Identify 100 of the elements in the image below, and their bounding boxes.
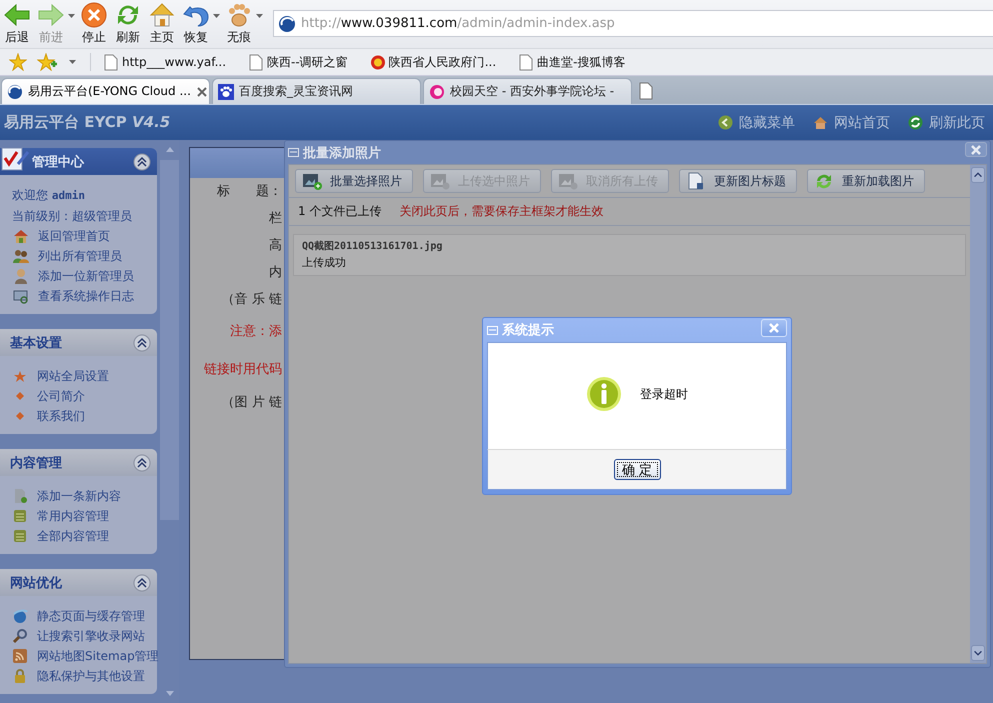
bookmark-link[interactable]: http___www.yaf... (99, 54, 230, 70)
caret-icon[interactable] (256, 14, 263, 19)
close-icon (769, 322, 779, 332)
toolbar-button[interactable]: 重新加载图片 (807, 169, 925, 193)
list-icon (12, 508, 28, 524)
menu-item[interactable]: 添加一位新管理员 (12, 266, 134, 286)
toolbar-button[interactable]: 刷新 (111, 1, 145, 45)
menu-item[interactable]: 网站全局设置 (12, 366, 109, 386)
new-tab-icon[interactable] (638, 82, 654, 100)
globe-icon (278, 14, 296, 32)
house-icon (13, 228, 29, 244)
toolbar-button[interactable]: 恢复 (179, 1, 213, 45)
field-label: 链接时用代码 (204, 362, 282, 377)
menu-item[interactable]: 隐私保护与其他设置 (12, 666, 145, 686)
field-label: （图 片 链 (222, 395, 282, 410)
close-button[interactable] (965, 142, 987, 157)
stop-icon (80, 1, 108, 29)
person-icon (13, 268, 29, 284)
window-icon (487, 326, 498, 334)
menu-item[interactable]: 静态页面与缓存管理 (12, 606, 145, 626)
scroll-down-icon[interactable] (971, 645, 985, 661)
page-icon (248, 54, 264, 70)
paw-icon (218, 84, 234, 100)
collapse-icon[interactable] (133, 334, 151, 352)
refresh-icon (908, 115, 923, 130)
header-link[interactable]: 网站首页 (813, 114, 890, 132)
field-label: 内 (269, 265, 282, 280)
globe-icon (7, 84, 23, 100)
image-upload-icon (430, 172, 450, 190)
panel-title: 内容管理 (10, 454, 63, 472)
app-title: 易用云平台 EYCP V4.5 (4, 113, 172, 132)
panel-title: 网站优化 (10, 574, 63, 592)
caret-icon[interactable] (68, 14, 75, 19)
collapse-icon[interactable] (133, 574, 151, 592)
page-icon (103, 54, 119, 70)
caret-icon[interactable] (69, 60, 76, 64)
menu-item[interactable]: 联系我们 (12, 406, 85, 426)
dialog-title: 系统提示 (502, 322, 555, 339)
menu-item[interactable]: 让搜索引擎收录网站 (12, 626, 145, 646)
menu-item[interactable]: 公司简介 (12, 386, 85, 406)
image-cancel-icon (558, 172, 578, 190)
upload-status: 上传成功 (302, 256, 346, 269)
toolbar-button[interactable]: 更新图片标题 (679, 169, 797, 193)
close-icon[interactable] (196, 86, 208, 98)
caret-icon[interactable] (213, 14, 220, 19)
header-link[interactable]: 隐藏菜单 (718, 114, 795, 132)
alert-message: 登录超时 (640, 386, 688, 402)
info-icon (586, 376, 622, 412)
bookmark-link[interactable]: 陕西省人民政府门... (366, 54, 500, 70)
warning-text: 关闭此页后，需要保存主框架才能生效 (399, 203, 604, 220)
toolbar-button[interactable]: 后退 (0, 1, 34, 45)
menu-item[interactable]: 全部内容管理 (12, 526, 109, 546)
browser-tab[interactable]: 易用云平台(E-YONG Cloud ... (1, 78, 210, 104)
toolbar-button[interactable]: 主页 (145, 1, 179, 45)
emblem-icon (370, 54, 386, 70)
refresh-icon (814, 172, 834, 190)
document-icon (12, 488, 28, 504)
collapse-icon[interactable] (133, 454, 151, 472)
toolbar-button[interactable]: 批量选择照片 (295, 169, 413, 193)
menu-item[interactable]: 常用内容管理 (12, 506, 109, 526)
collapse-icon[interactable] (133, 152, 151, 170)
dialog-title: 批量添加照片 (303, 144, 382, 162)
field-label: （音 乐 链 (222, 292, 282, 307)
menu-item[interactable]: 列出所有管理员 (12, 246, 122, 266)
field-label: 栏 (269, 211, 282, 226)
browser-tab[interactable]: 校园天空 - 西安外事学院论坛 - (423, 78, 632, 104)
header-link[interactable]: 刷新此页 (908, 114, 985, 132)
feed-icon (12, 648, 28, 664)
ok-button[interactable]: 确 定 (614, 459, 660, 480)
menu-item[interactable]: 网站地图Sitemap管理 (12, 646, 159, 666)
toolbar-button[interactable]: 无痕 (222, 1, 256, 45)
address-field[interactable]: http://www.039811.com/admin/admin-index.asp (273, 10, 993, 37)
field-label: 标 题： (217, 184, 282, 199)
ring-icon (429, 84, 445, 100)
welcome-text: 当前级别：超级管理员 (12, 208, 133, 225)
panel-title: 基本设置 (10, 334, 63, 352)
menu-item[interactable]: 添加一条新内容 (12, 486, 121, 506)
toolbar-button[interactable]: 停止 (77, 1, 111, 45)
field-label: 注意：添 (230, 324, 282, 339)
document-icon (686, 172, 706, 190)
scrollbar[interactable] (970, 165, 986, 663)
forward-arrow-icon (37, 1, 65, 29)
add-star-icon[interactable] (37, 53, 57, 71)
star-icon[interactable] (9, 53, 27, 71)
monitor-icon (13, 288, 29, 304)
bookmark-link[interactable]: 陕西--调研之窗 (244, 54, 352, 70)
menu-item[interactable]: 查看系统操作日志 (12, 286, 134, 306)
magnifier-icon (12, 628, 28, 644)
window-icon (288, 148, 299, 157)
browser-tab[interactable]: 百度搜索_灵宝资讯网 (212, 78, 421, 104)
page-icon (518, 54, 534, 70)
scroll-up-icon[interactable] (971, 167, 985, 183)
field-label: 高 (269, 238, 282, 253)
menu-item[interactable]: 返回管理首页 (12, 226, 110, 246)
list-icon (12, 528, 28, 544)
welcome-text: 欢迎您 admin (12, 187, 86, 204)
image-add-icon (302, 172, 322, 190)
people-icon (13, 248, 29, 264)
bookmark-link[interactable]: 曲進堂-搜狐博客 (514, 54, 630, 70)
file-name: QQ截图20110513161701.jpg (302, 241, 442, 252)
